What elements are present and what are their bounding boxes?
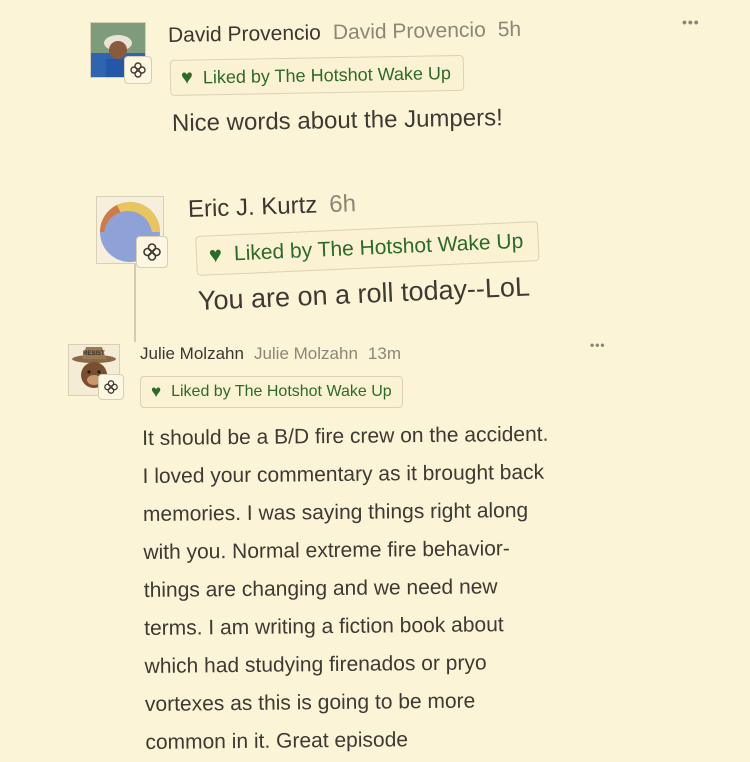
comment-body: It should be a B/D fire crew on the acci… (142, 414, 746, 762)
flower-badge-icon (104, 380, 118, 394)
comment-text-line: terms. I am writing a fiction book about (144, 613, 504, 640)
comment-eric-kurtz: Eric J. Kurtz 6h ♥ Liked by The Hotshot … (0, 180, 750, 340)
comment-header: David Provencio David Provencio 5h (168, 18, 522, 48)
flower-badge-icon (130, 62, 146, 78)
author-handle[interactable]: Julie Molzahn (254, 344, 358, 364)
heart-icon: ♥ (180, 66, 194, 89)
heart-icon: ♥ (208, 241, 223, 268)
timestamp[interactable]: 6h (329, 190, 357, 219)
liked-by-badge: ♥ Liked by The Hotshot Wake Up (169, 54, 465, 96)
comment-julie-molzahn: RESIST Julie Molzahn Julie Molzahn 13m •… (0, 336, 750, 758)
comment-text-line: vortexes as this is going to be more (144, 689, 476, 716)
comment-david-provencio: David Provencio David Provencio 5h ••• ♥… (0, 0, 750, 160)
author-handle[interactable]: David Provencio (333, 18, 486, 45)
comment-text: Nice words about the Jumpers! (171, 104, 504, 137)
avatar-container[interactable] (96, 196, 174, 274)
avatar-badge (98, 374, 124, 400)
timestamp[interactable]: 5h (498, 18, 522, 42)
liked-by-label: Liked by The Hotshot Wake Up (171, 383, 392, 400)
flower-badge-icon (143, 243, 161, 261)
avatar-badge (124, 56, 152, 84)
more-options-icon[interactable]: ••• (590, 338, 606, 352)
comment-text-line: I loved your commentary as it brought ba… (142, 460, 545, 488)
comment-header: Julie Molzahn Julie Molzahn 13m (140, 344, 401, 364)
comment-text-line: common in it. Great episode (145, 728, 409, 754)
comment-text-line: with you. Normal extreme fire behavior- (143, 537, 510, 564)
author-name[interactable]: Eric J. Kurtz (188, 191, 318, 223)
liked-by-badge: ♥ Liked by The Hotshot Wake Up (195, 221, 540, 276)
liked-by-badge: ♥ Liked by The Hotshot Wake Up (140, 376, 403, 408)
comment-text: You are on a roll today--LoL (197, 271, 531, 316)
liked-by-label: Liked by The Hotshot Wake Up (233, 229, 524, 266)
avatar-container[interactable]: RESIST (68, 344, 128, 404)
avatar-badge (136, 236, 168, 268)
author-name[interactable]: Julie Molzahn (140, 344, 244, 364)
timestamp[interactable]: 13m (368, 344, 401, 364)
avatar-hat-text: RESIST (83, 351, 105, 357)
author-name[interactable]: David Provencio (168, 21, 321, 48)
comment-text-line: which had studying firenados or pryo (144, 651, 487, 678)
more-options-icon[interactable]: ••• (682, 14, 700, 30)
comment-text-line: It should be a B/D fire crew on the acci… (142, 422, 549, 450)
liked-by-label: Liked by The Hotshot Wake Up (202, 62, 452, 87)
comment-text-line: memories. I was saying things right alon… (142, 498, 529, 526)
avatar-container[interactable] (90, 22, 154, 86)
comment-header: Eric J. Kurtz 6h (188, 190, 357, 224)
comment-text-line: things are changing and we need new (143, 575, 498, 602)
heart-icon: ♥ (151, 382, 162, 401)
